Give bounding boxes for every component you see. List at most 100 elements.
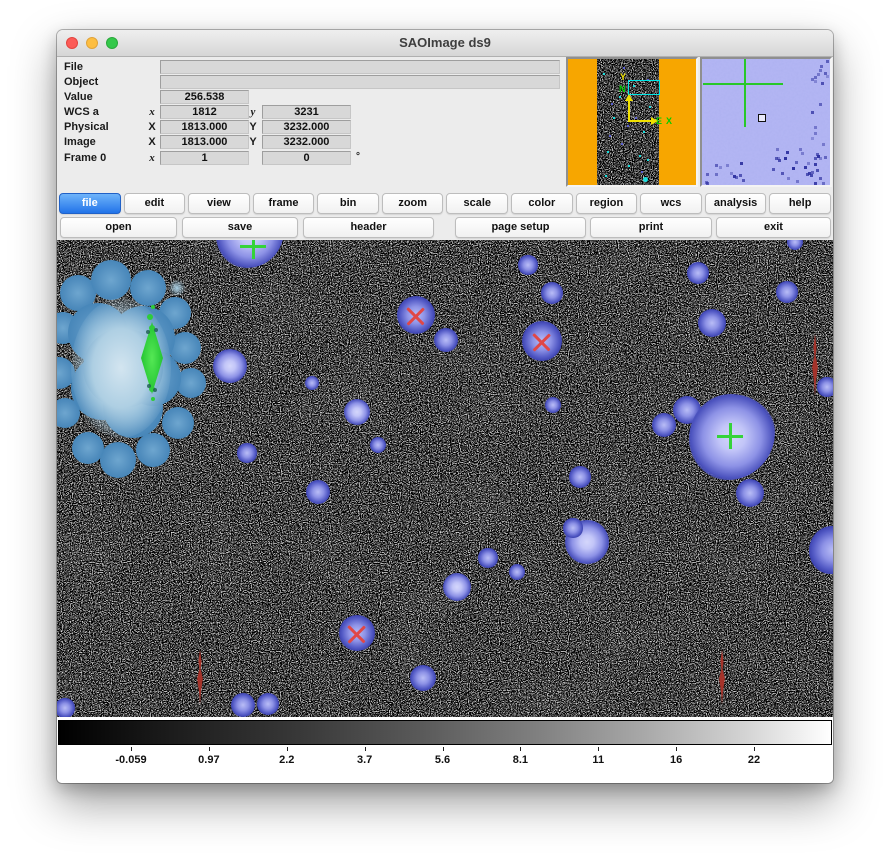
info-label: Physical — [64, 121, 109, 133]
star — [563, 518, 582, 537]
info-value-field[interactable]: 3232.000 — [262, 120, 351, 134]
info-value-field[interactable]: 3231 — [262, 105, 351, 119]
star — [231, 693, 255, 717]
panner-view-box[interactable] — [628, 80, 660, 95]
menu-button-header[interactable]: header — [303, 217, 434, 238]
magnifier-dark-pixel — [824, 156, 827, 159]
menu-button-file[interactable]: file — [59, 193, 121, 214]
colorbar-tick-label: 16 — [670, 754, 682, 766]
compass-y-axis — [628, 100, 630, 122]
magnifier-dark-pixel — [715, 164, 718, 167]
star — [478, 548, 497, 567]
magnifier-dark-pixel — [795, 161, 798, 164]
panner-cyan-source — [619, 96, 621, 98]
info-value-field[interactable]: 1 — [160, 151, 249, 165]
region-marker-x[interactable] — [533, 332, 551, 350]
magnifier-dark-pixel — [814, 132, 817, 135]
compass-x-arrowhead — [651, 117, 658, 125]
info-label: File — [64, 61, 83, 73]
menu-button-save[interactable]: save — [182, 217, 298, 238]
panner-blue-source — [641, 171, 643, 173]
info-value-field[interactable]: 0 — [262, 151, 351, 165]
magnifier-dark-pixel — [822, 143, 825, 146]
panner-cyan-source — [647, 159, 649, 161]
magnifier-dark-pixel — [820, 65, 823, 68]
menu-button-help[interactable]: help — [769, 193, 831, 214]
menu-button-page-setup[interactable]: page setup — [455, 217, 586, 238]
nebula-green-knot — [151, 305, 155, 309]
colorbar-tick-label: 11 — [592, 754, 604, 766]
magnifier-dark-pixel — [777, 157, 780, 160]
info-label: Value — [64, 91, 93, 103]
close-button[interactable] — [66, 37, 78, 49]
info-value-field[interactable]: 1813.000 — [160, 120, 249, 134]
magnifier-dark-pixel — [826, 60, 829, 63]
magnifier-dark-pixel — [811, 78, 814, 81]
info-value-field[interactable]: 1813.000 — [160, 135, 249, 149]
panner-cyan-source — [603, 73, 605, 75]
menu-button-exit[interactable]: exit — [716, 217, 831, 238]
colorbar-tick-label: 3.7 — [357, 754, 372, 766]
colorbar[interactable]: -0.0590.972.23.75.68.1111622 — [57, 717, 833, 783]
info-value-field[interactable]: 1812 — [160, 105, 249, 119]
panner[interactable]: Y N E X — [566, 57, 698, 187]
magnifier-dark-pixel — [814, 182, 817, 185]
panner-blue-source — [627, 125, 629, 127]
colorbar-tick — [520, 747, 521, 751]
magnifier-dark-pixel — [786, 151, 789, 154]
nebula-light-spot — [169, 280, 185, 296]
region-marker-x[interactable] — [348, 624, 366, 642]
colorbar-tick — [598, 747, 599, 751]
magnifier-dark-pixel — [776, 148, 779, 151]
info-value-field[interactable]: 3232.000 — [262, 135, 351, 149]
menu-button-region[interactable]: region — [576, 193, 638, 214]
zoom-button[interactable] — [106, 37, 118, 49]
panner-cyan-blob — [643, 177, 648, 182]
info-value-field[interactable]: 256.538 — [160, 90, 249, 104]
magnifier-dark-pixel — [814, 163, 817, 166]
menu-button-color[interactable]: color — [511, 193, 573, 214]
magnifier-dark-pixel — [816, 153, 819, 156]
compass-y-arrowhead — [625, 94, 633, 101]
menu-button-scale[interactable]: scale — [446, 193, 508, 214]
region-marker-x[interactable] — [407, 306, 425, 324]
star — [652, 413, 676, 437]
colorbar-gradient[interactable] — [58, 720, 832, 745]
menu-button-frame[interactable]: frame — [253, 193, 315, 214]
star — [434, 328, 458, 352]
menu-button-bin[interactable]: bin — [317, 193, 379, 214]
star — [213, 349, 247, 383]
menu-button-analysis[interactable]: analysis — [705, 193, 767, 214]
menu-bar-primary: fileeditviewframebinzoomscalecolorregion… — [59, 193, 831, 214]
region-marker-cross[interactable] — [717, 423, 743, 449]
nebula-blob — [100, 442, 136, 478]
menu-button-print[interactable]: print — [590, 217, 712, 238]
info-label: WCS a — [64, 106, 99, 118]
image-display[interactable] — [57, 240, 833, 717]
magnifier-dark-pixel — [826, 75, 829, 78]
menu-button-zoom[interactable]: zoom — [382, 193, 444, 214]
magnifier-dark-pixel — [719, 166, 722, 169]
colorbar-tick — [365, 747, 366, 751]
colorbar-tick-label: 22 — [748, 754, 760, 766]
window-title: SAOImage ds9 — [57, 30, 833, 56]
menu-button-view[interactable]: view — [188, 193, 250, 214]
info-value-field[interactable] — [160, 75, 560, 89]
title-bar[interactable]: SAOImage ds9 — [57, 30, 833, 57]
menu-button-wcs[interactable]: wcs — [640, 193, 702, 214]
colorbar-tick — [287, 747, 288, 751]
panner-blue-source — [635, 117, 637, 119]
magnifier-dark-pixel — [804, 166, 807, 169]
region-marker-cross[interactable] — [240, 240, 266, 259]
star — [57, 698, 75, 717]
star — [237, 443, 256, 462]
minimize-button[interactable] — [86, 37, 98, 49]
colorbar-tick-label: 2.2 — [279, 754, 294, 766]
menu-button-edit[interactable]: edit — [124, 193, 186, 214]
magnifier[interactable] — [700, 57, 832, 187]
panner-cyan-source — [643, 131, 645, 133]
panner-cyan-source — [613, 117, 615, 119]
menu-button-open[interactable]: open — [60, 217, 177, 238]
info-value-field[interactable] — [160, 60, 560, 74]
magnifier-dark-pixel — [787, 177, 790, 180]
